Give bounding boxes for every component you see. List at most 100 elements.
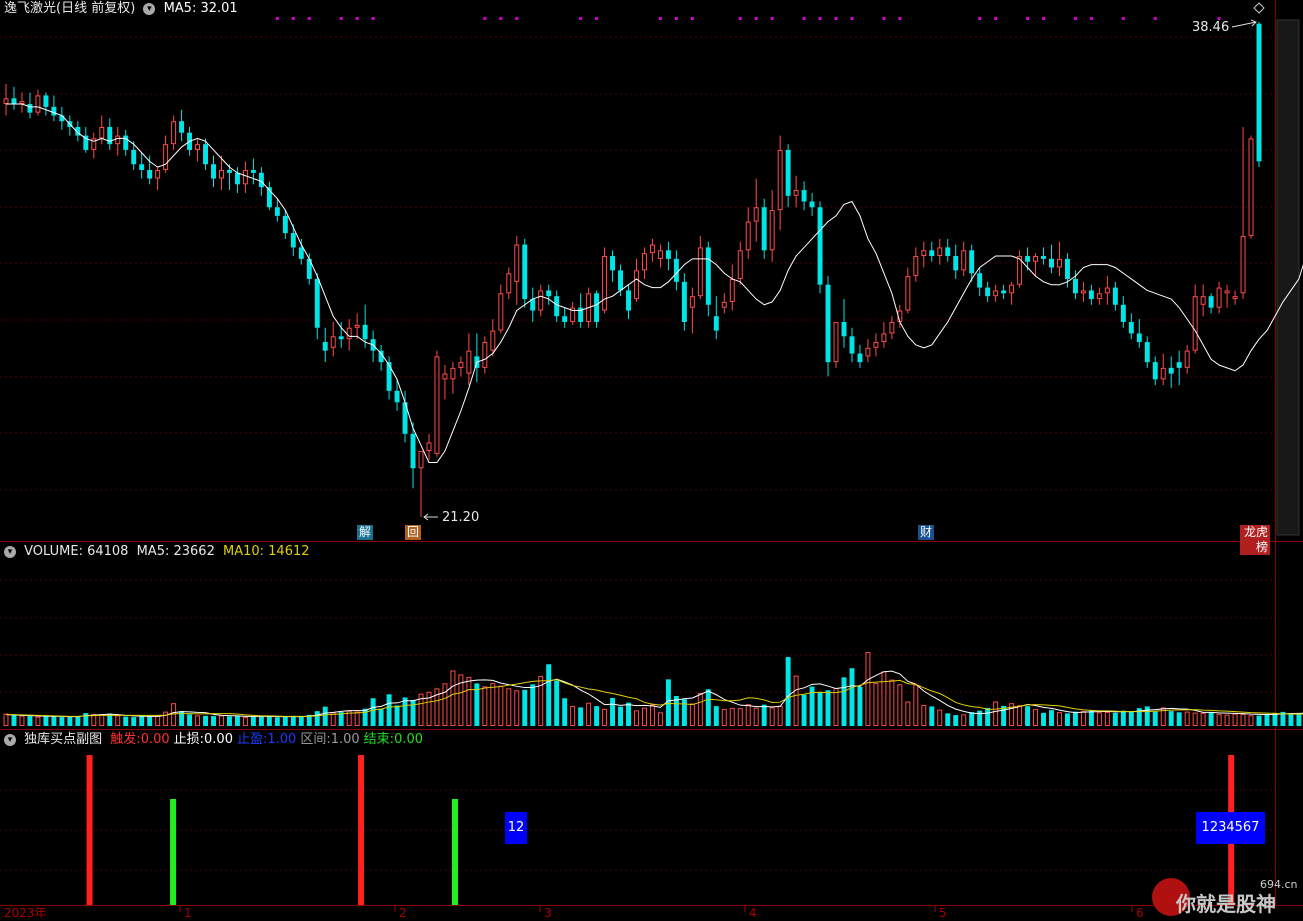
signal-box-12: 12 bbox=[505, 812, 527, 844]
candle bbox=[626, 284, 631, 320]
event-dot bbox=[1153, 17, 1157, 20]
candle bbox=[1160, 353, 1166, 386]
candle bbox=[51, 95, 57, 122]
candle bbox=[474, 333, 480, 383]
low-arrow-icon bbox=[423, 513, 438, 521]
candle-body bbox=[721, 301, 727, 308]
candle bbox=[242, 161, 248, 193]
event-tag-longhubang[interactable]: 龙虎榜 bbox=[1240, 525, 1270, 555]
candle bbox=[785, 144, 791, 208]
volume-bar bbox=[59, 717, 65, 726]
candle bbox=[538, 284, 544, 317]
candle-body bbox=[873, 342, 879, 348]
indicator-key-0: 触发: bbox=[110, 732, 141, 747]
candle bbox=[562, 307, 568, 328]
volume-bar bbox=[19, 715, 25, 726]
candle-body bbox=[282, 215, 288, 234]
diamond-icon[interactable] bbox=[1253, 2, 1265, 14]
buy-signal-bar bbox=[358, 755, 365, 905]
candle bbox=[945, 238, 951, 262]
candle-body bbox=[99, 126, 105, 139]
candle bbox=[27, 92, 33, 119]
candle-body bbox=[673, 258, 679, 282]
candle-body bbox=[522, 244, 528, 300]
volume-bar bbox=[219, 715, 224, 727]
candle bbox=[250, 158, 256, 185]
candle bbox=[681, 273, 687, 331]
dropdown-icon[interactable]: ▾ bbox=[4, 545, 16, 558]
candle bbox=[713, 296, 719, 340]
candle bbox=[841, 299, 847, 348]
candle-body bbox=[1248, 138, 1254, 236]
volume-bar bbox=[1176, 712, 1182, 726]
main-header: 逸飞激光(日线 前复权) ▾ MA5: 32.01 bbox=[4, 0, 242, 18]
event-dot bbox=[291, 17, 295, 20]
candle bbox=[1104, 276, 1110, 305]
candle bbox=[522, 238, 528, 308]
candle bbox=[881, 321, 887, 348]
volume-bar bbox=[681, 699, 687, 726]
event-dot bbox=[595, 17, 599, 20]
event-tag-jie[interactable]: 解 bbox=[357, 525, 374, 540]
candle-body bbox=[258, 172, 264, 188]
candle bbox=[657, 244, 663, 268]
candle-body bbox=[250, 169, 256, 173]
candle bbox=[1176, 350, 1182, 386]
event-tag-cai[interactable]: 财 bbox=[918, 525, 935, 540]
event-dot bbox=[371, 17, 375, 20]
candle-body bbox=[825, 284, 831, 363]
volume-bar bbox=[1041, 712, 1046, 726]
volume-bar bbox=[506, 688, 512, 726]
candle bbox=[330, 321, 336, 357]
indicator-value-1: 0.00 bbox=[204, 732, 233, 747]
candle-body bbox=[1025, 256, 1031, 262]
candle-body bbox=[634, 270, 639, 300]
scrollbar[interactable] bbox=[1276, 19, 1300, 536]
candle bbox=[211, 155, 216, 188]
candle-body bbox=[1009, 284, 1015, 294]
volume-bar bbox=[123, 716, 129, 726]
candle-body bbox=[506, 273, 512, 294]
candle-body bbox=[458, 362, 464, 368]
event-tag-hui[interactable]: 回 bbox=[405, 525, 422, 540]
candle-body bbox=[346, 327, 352, 340]
candle bbox=[1208, 293, 1214, 314]
dropdown-icon[interactable]: ▾ bbox=[4, 733, 16, 746]
event-dot bbox=[1026, 17, 1030, 20]
candle bbox=[1232, 290, 1238, 305]
candle-body bbox=[841, 321, 847, 337]
candle bbox=[873, 333, 879, 357]
candle-body bbox=[929, 250, 935, 257]
candle-body bbox=[761, 207, 767, 251]
candle-body bbox=[59, 115, 65, 122]
volume-bar bbox=[498, 685, 504, 727]
volume-bar bbox=[626, 702, 631, 726]
candle-body bbox=[610, 256, 616, 271]
candle-body bbox=[163, 144, 169, 170]
candle bbox=[745, 207, 751, 259]
candle-body bbox=[546, 290, 552, 297]
candle-body bbox=[131, 149, 137, 165]
candle-body bbox=[538, 290, 544, 311]
volume-bar bbox=[1152, 711, 1158, 726]
volume-bar bbox=[897, 684, 903, 727]
volume-bar bbox=[163, 711, 169, 727]
volume-bar bbox=[290, 715, 296, 726]
indicator-key-2: 止盈: bbox=[236, 732, 268, 747]
candle-body bbox=[713, 316, 719, 331]
candle-body bbox=[450, 367, 456, 380]
candle-body bbox=[434, 356, 440, 454]
dropdown-icon[interactable]: ▾ bbox=[143, 2, 156, 15]
volume-bar bbox=[250, 716, 256, 726]
volume-bar bbox=[362, 708, 368, 726]
candle bbox=[1200, 284, 1206, 317]
candle bbox=[641, 247, 647, 279]
candle-body bbox=[849, 336, 855, 354]
candle bbox=[514, 235, 520, 305]
stock-title: 逸飞激光(日线 前复权) bbox=[4, 1, 136, 16]
candle-body bbox=[961, 250, 967, 271]
candle-body bbox=[1232, 296, 1238, 300]
candle-body bbox=[1184, 350, 1190, 368]
volume-bar bbox=[769, 707, 775, 726]
candle bbox=[1168, 356, 1174, 388]
